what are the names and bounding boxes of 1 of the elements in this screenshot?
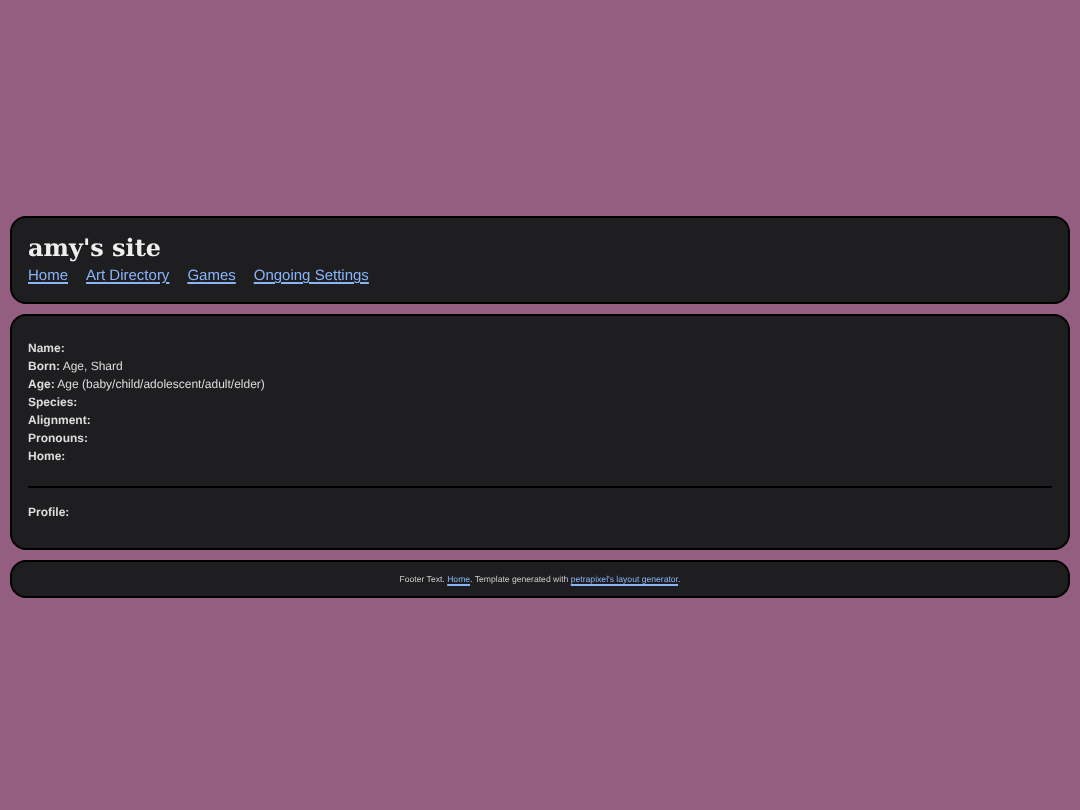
site-title: amy's site [28, 234, 164, 262]
